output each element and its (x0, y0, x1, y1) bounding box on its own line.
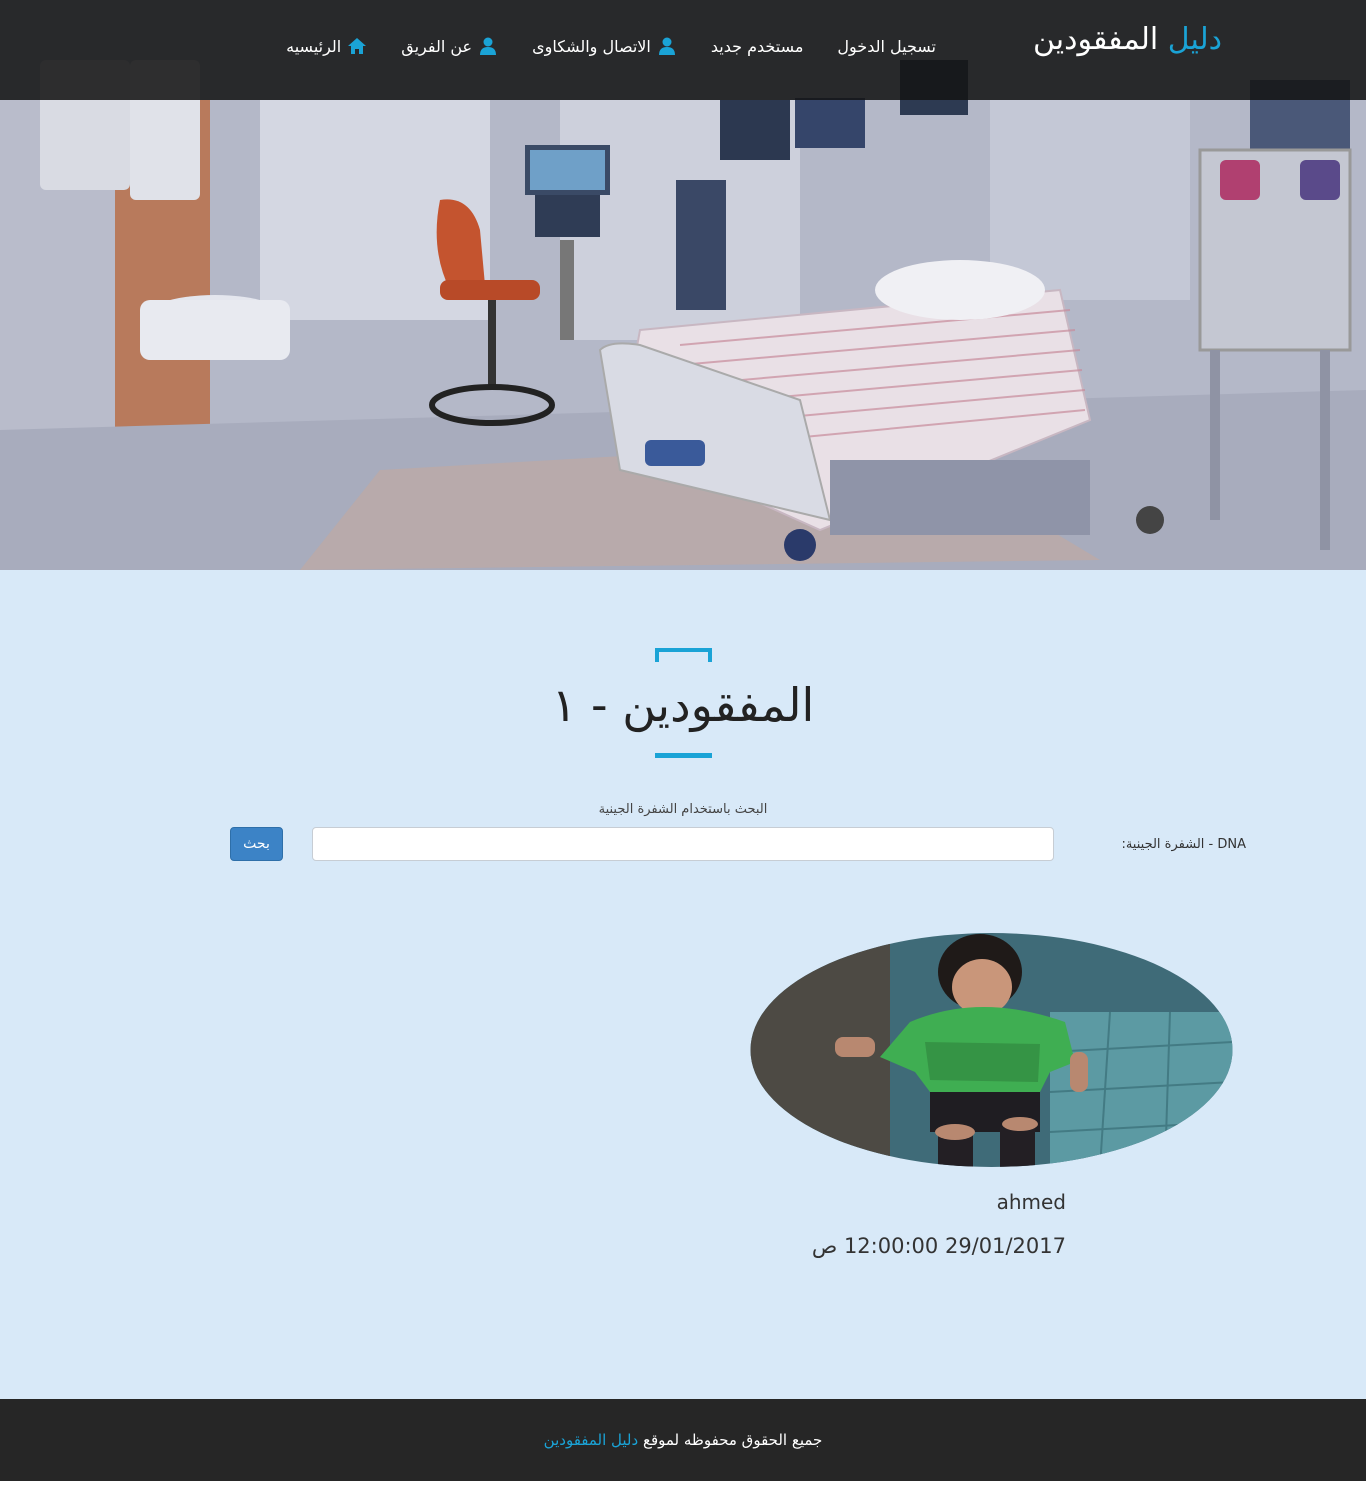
nav-item-label: مستخدم جديد (710, 36, 804, 56)
nav-menu: الرئيسيه عن الفريق الاتصال والشكاوى مستخ… (286, 36, 936, 56)
title-decoration-top (655, 648, 712, 662)
brand-text: المفقودين (1032, 22, 1159, 57)
user-icon (478, 36, 498, 56)
dna-field-label: DNA - الشفرة الجينية: (1121, 837, 1246, 852)
copyright-label: جميع الحقوق محفوظه لموقع (642, 1431, 823, 1449)
site-logo[interactable]: دليل المفقودين (1033, 22, 1222, 57)
nav-item-label: الاتصال والشكاوى (532, 36, 651, 56)
user-icon (657, 36, 677, 56)
nav-item-label: الرئيسيه (286, 36, 342, 56)
footer-site-link[interactable]: دليل المفقودين (544, 1431, 639, 1449)
copyright-text: جميع الحقوق محفوظه لموقع دليل المفقودين (0, 1431, 1366, 1449)
home-icon (347, 36, 367, 56)
page-title: المفقودين - ١ (551, 678, 815, 732)
person-date: 29/01/2017 12:00:00 ص (811, 1234, 1066, 1258)
nav-item-login[interactable]: تسجيل الدخول (837, 36, 936, 56)
nav-item-contact[interactable]: الاتصال والشكاوى (532, 36, 677, 56)
search-button[interactable]: بحث (230, 827, 283, 861)
nav-item-home[interactable]: الرئيسيه (286, 36, 367, 56)
missing-child-photo[interactable] (750, 932, 1233, 1168)
title-decoration-bottom (655, 753, 712, 758)
person-name: ahmed (996, 1190, 1066, 1214)
brand-accent: دليل (1167, 22, 1222, 57)
top-navbar: دليل المفقودين الرئيسيه عن الفريق الاتصا… (0, 0, 1366, 100)
nav-item-team[interactable]: عن الفريق (401, 36, 498, 56)
nav-item-register[interactable]: مستخدم جديد (711, 36, 804, 56)
page-footer: جميع الحقوق محفوظه لموقع دليل المفقودين (0, 1399, 1366, 1481)
nav-item-label: عن الفريق (401, 36, 473, 56)
main-content: المفقودين - ١ البحث باستخدام الشفرة الجي… (0, 570, 1366, 1399)
nav-item-label: تسجيل الدخول (837, 36, 936, 56)
search-caption: البحث باستخدام الشفرة الجينية (598, 802, 768, 817)
dna-search-input[interactable] (312, 827, 1054, 861)
